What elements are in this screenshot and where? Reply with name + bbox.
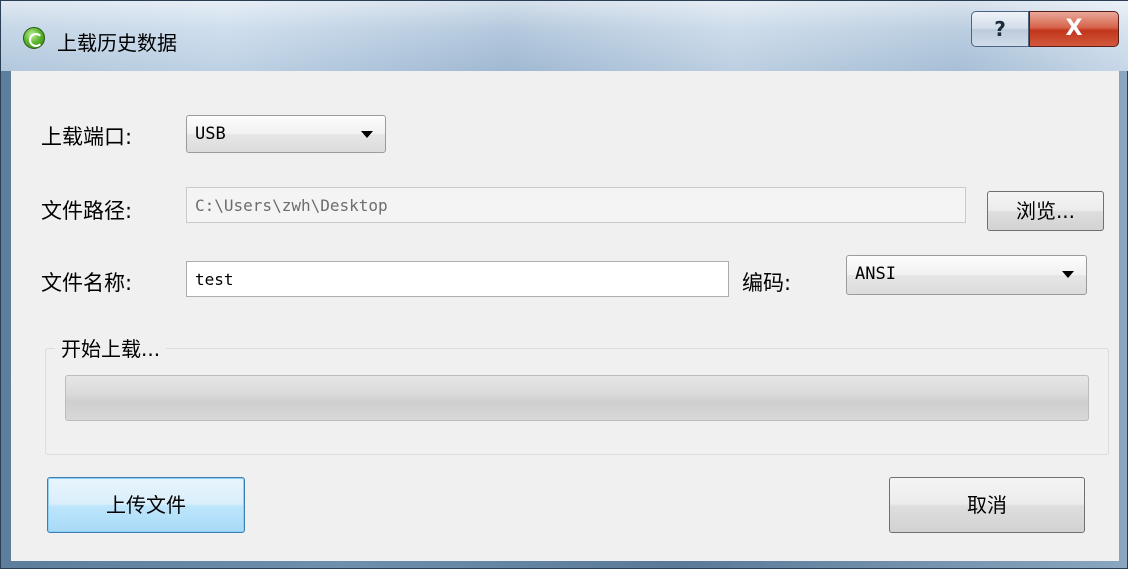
port-select-value: USB [195, 124, 226, 144]
title-bar[interactable]: 上载历史数据 ? X [1, 1, 1128, 71]
chevron-down-icon [1062, 271, 1074, 278]
browse-button[interactable]: 浏览... [987, 191, 1104, 231]
upload-history-dialog: 上载历史数据 ? X 上载端口: USB 文件路径: C:\Users\zwh\… [0, 0, 1128, 569]
chevron-down-icon [361, 131, 373, 138]
filename-field[interactable]: test [186, 261, 729, 297]
app-refresh-icon [23, 27, 45, 49]
encoding-select[interactable]: ANSI [846, 255, 1087, 295]
upload-file-button[interactable]: 上传文件 [47, 477, 245, 533]
port-label: 上载端口: [41, 125, 133, 149]
upload-group-title: 开始上载... [55, 333, 167, 362]
dialog-body: 上载端口: USB 文件路径: C:\Users\zwh\Desktop 浏览.… [11, 71, 1119, 561]
filename-label: 文件名称: [41, 271, 133, 295]
path-field: C:\Users\zwh\Desktop [186, 187, 966, 223]
encoding-label: 编码: [742, 271, 792, 295]
window-title: 上载历史数据 [57, 31, 177, 55]
upload-progress-bar [65, 375, 1089, 421]
cancel-button[interactable]: 取消 [889, 477, 1085, 533]
path-label: 文件路径: [41, 199, 133, 223]
port-select[interactable]: USB [186, 115, 386, 153]
close-button[interactable]: X [1029, 11, 1119, 47]
path-field-value: C:\Users\zwh\Desktop [195, 196, 388, 215]
help-button[interactable]: ? [971, 11, 1029, 47]
encoding-select-value: ANSI [855, 264, 896, 284]
filename-field-value: test [195, 270, 234, 289]
